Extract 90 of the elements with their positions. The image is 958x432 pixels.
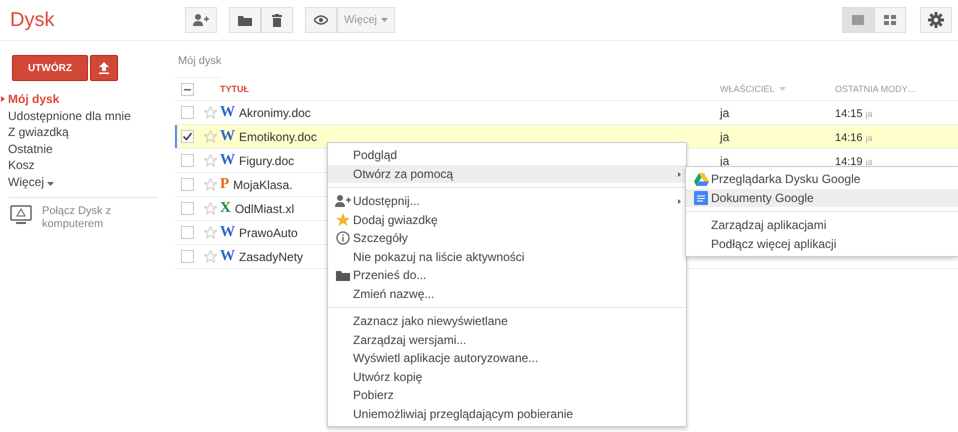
upload-icon	[99, 62, 109, 74]
file-type-icon: P	[220, 176, 230, 193]
star-outline-icon[interactable]	[204, 178, 216, 191]
menu-item[interactable]: Udostępnij...	[328, 192, 686, 210]
share-button[interactable]	[185, 7, 217, 33]
sidebar-item[interactable]: Mój dysk	[0, 91, 175, 108]
menu-item[interactable]: Otwórz za pomocą	[328, 164, 686, 183]
preview-button[interactable]	[305, 7, 337, 33]
connect-link[interactable]: Połącz Dysk z komputerem	[42, 205, 132, 231]
file-type-icon: W	[220, 152, 235, 169]
checkbox[interactable]	[181, 178, 194, 191]
upload-button[interactable]	[90, 55, 118, 81]
menu-item[interactable]: Zmień nazwę...	[328, 284, 686, 303]
list-view-button[interactable]	[842, 7, 874, 33]
menu-item[interactable]: Pobierz	[328, 386, 686, 404]
file-name[interactable]: ZasadyNety	[239, 250, 304, 264]
owner-cell: ja	[720, 106, 730, 120]
file-type-icon: X	[220, 200, 231, 217]
trash-icon	[272, 14, 282, 26]
settings-icon	[928, 12, 944, 28]
computer-icon	[10, 205, 32, 225]
star-outline-icon[interactable]	[204, 130, 216, 143]
settings-button[interactable]	[920, 7, 952, 33]
triangle-logo-icon	[694, 172, 708, 186]
caret-icon	[381, 18, 388, 22]
menu-item[interactable]: Dodaj gwiazdkę	[328, 210, 686, 229]
column-header[interactable]: TYTUŁ	[220, 84, 249, 94]
file-name[interactable]: Emotikony.doc	[239, 130, 317, 144]
checkbox[interactable]	[181, 130, 194, 143]
select-all-checkbox[interactable]	[181, 82, 194, 96]
breadcrumb: Mój dysk	[175, 41, 222, 78]
menu-item[interactable]: Zarządzaj aplikacjami	[686, 216, 958, 234]
modified-time: 14:16	[835, 132, 863, 144]
menu-item[interactable]: Uniemożliwiaj przeglądającym pobieranie	[328, 404, 686, 423]
menu-item[interactable]: Nie pokazuj na liście aktywności	[328, 248, 686, 266]
checkbox[interactable]	[181, 154, 194, 167]
list-view-icon	[852, 15, 864, 25]
checkbox[interactable]	[181, 202, 194, 215]
menu-item[interactable]: Szczegóły	[328, 229, 686, 248]
file-name[interactable]: MojaKlasa.	[233, 178, 293, 192]
star-outline-icon[interactable]	[204, 202, 216, 215]
app-logo: Dysk	[10, 8, 56, 32]
menu-item[interactable]: Zaznacz jako niewyświetlane	[328, 312, 686, 330]
star-icon	[336, 212, 350, 227]
star-outline-icon[interactable]	[204, 226, 216, 239]
document-icon	[694, 190, 708, 205]
owner-cell: ja	[720, 130, 730, 144]
menu-item[interactable]: Przeglądarka Dysku Google	[686, 170, 958, 188]
grid-view-icon	[884, 15, 896, 25]
file-name[interactable]: PrawoAuto	[239, 226, 298, 240]
folder-icon	[238, 14, 252, 26]
checkbox[interactable]	[181, 226, 194, 239]
add-person-icon	[335, 195, 351, 208]
file-name[interactable]: Akronimy.doc	[239, 106, 311, 120]
grid-view-button[interactable]	[874, 7, 906, 33]
sidebar-item[interactable]: Kosz	[0, 157, 175, 174]
eye-icon	[314, 15, 328, 25]
file-name[interactable]: OdlMiast.xl	[234, 202, 294, 216]
sidebar-item[interactable]: Udostępnione dla mnie	[0, 108, 175, 124]
sidebar-item[interactable]: Więcej	[0, 174, 175, 190]
menu-item[interactable]: Utwórz kopię	[328, 368, 686, 386]
modified-time: 14:15	[835, 108, 863, 120]
menu-item[interactable]: Podłącz więcej aplikacji	[686, 234, 958, 253]
info-icon	[336, 231, 350, 246]
menu-item[interactable]: Wyświetl aplikacje autoryzowane...	[328, 349, 686, 368]
folder-button[interactable]	[229, 7, 261, 33]
modified-by: ja	[866, 108, 873, 118]
file-type-icon: W	[220, 128, 235, 145]
modified-by: ja	[866, 132, 873, 142]
selected-marker-icon	[1, 96, 5, 102]
menu-item[interactable]: Dokumenty Google	[686, 188, 958, 207]
star-outline-icon[interactable]	[204, 106, 216, 119]
star-outline-icon[interactable]	[204, 250, 216, 263]
sidebar-item[interactable]: Ostatnie	[0, 140, 175, 157]
delete-button[interactable]	[261, 7, 293, 33]
file-type-icon: W	[220, 104, 235, 121]
menu-item[interactable]: Podgląd	[328, 146, 686, 164]
add-person-icon	[193, 14, 209, 26]
file-name[interactable]: Figury.doc	[239, 154, 294, 168]
folder-icon	[336, 270, 350, 281]
menu-item[interactable]: Zarządzaj wersjami...	[328, 330, 686, 349]
file-type-icon: W	[220, 224, 235, 241]
sidebar-item[interactable]: Z gwiazdką	[0, 124, 175, 140]
checkbox[interactable]	[181, 106, 194, 119]
create-button[interactable]: UTWÓRZ	[12, 55, 88, 81]
checkbox[interactable]	[181, 250, 194, 263]
modified-time: 14:19	[835, 156, 863, 168]
menu-item[interactable]: Przenieś do...	[328, 266, 686, 284]
star-outline-icon[interactable]	[204, 154, 216, 167]
file-type-icon: W	[220, 248, 235, 265]
